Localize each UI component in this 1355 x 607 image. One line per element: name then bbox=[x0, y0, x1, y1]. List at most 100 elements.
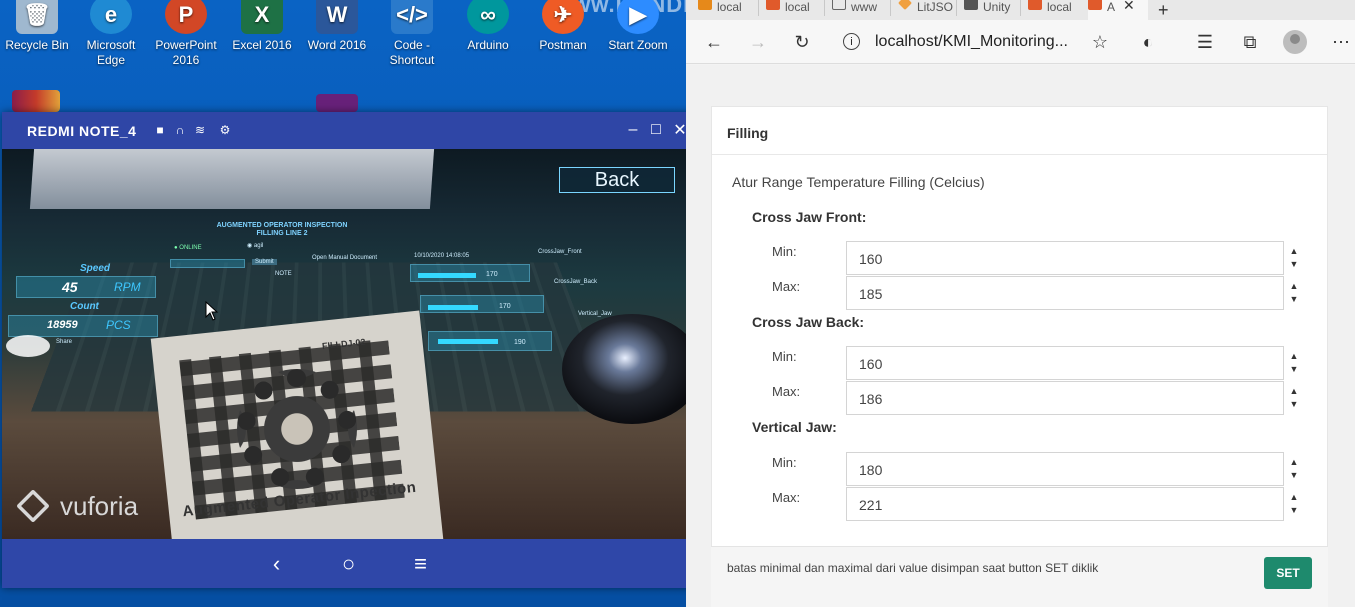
share-ring-icon[interactable] bbox=[6, 335, 50, 357]
desktop-icon-arduino[interactable]: ∞ Arduino bbox=[451, 0, 525, 53]
tab-2[interactable]: local bbox=[766, 0, 821, 20]
ar-status: ● ONLINE bbox=[174, 245, 202, 251]
browser-toolbar: ← → ↻ i localhost/KMI_Monitoring... ☆ ◐ … bbox=[686, 20, 1355, 64]
tab-5[interactable]: Unity bbox=[964, 0, 1022, 20]
recycle-bin-icon: 🗑 bbox=[16, 0, 58, 34]
info-icon[interactable]: i bbox=[843, 33, 860, 50]
vuforia-mark-icon bbox=[16, 489, 50, 523]
vuforia-logo: vuforia bbox=[16, 489, 138, 523]
group-title-cross-jaw-front: Cross Jaw Front: bbox=[752, 209, 867, 225]
max-label: Max: bbox=[772, 279, 801, 294]
ar-temp-bar-3 bbox=[438, 339, 498, 344]
desktop-icon-powerpoint[interactable]: P PowerPoint 2016 bbox=[149, 0, 223, 68]
ar-manual-link[interactable]: Open Manual Document bbox=[312, 255, 377, 261]
ar-back-button[interactable]: Back bbox=[559, 167, 675, 193]
card-title: Filling bbox=[712, 107, 1327, 155]
nav-menu-icon[interactable]: ≡ bbox=[405, 548, 437, 580]
maximize-button[interactable]: □ bbox=[646, 120, 666, 140]
group-title-vertical-jaw: Vertical Jaw: bbox=[752, 419, 837, 435]
tab-favicon-icon bbox=[698, 0, 712, 10]
laptop-screen-image bbox=[29, 149, 435, 209]
wifi-icon[interactable]: ≋ bbox=[192, 122, 208, 138]
nav-home-icon[interactable]: ○ bbox=[333, 548, 365, 580]
cross-jaw-front-min-input[interactable]: 160 bbox=[846, 241, 1284, 275]
ar-temp-panel-2 bbox=[420, 295, 544, 313]
cross-jaw-back-min-input[interactable]: 160 bbox=[846, 346, 1284, 380]
vscode-icon: </> bbox=[391, 0, 433, 34]
ar-callout-2: CrossJaw_Back bbox=[554, 279, 598, 285]
tab-6[interactable]: local bbox=[1028, 0, 1086, 20]
video-camera-icon[interactable]: ■ bbox=[152, 122, 168, 138]
address-bar[interactable]: i localhost/KMI_Monitoring... bbox=[831, 28, 1116, 56]
tab-favicon-icon bbox=[898, 0, 912, 10]
profile-avatar[interactable] bbox=[1283, 30, 1307, 54]
winrar-icon[interactable] bbox=[12, 90, 60, 112]
settings-gear-icon[interactable]: ⚙ bbox=[217, 122, 233, 138]
spinner-icon[interactable]: ▲ ▼ bbox=[1284, 487, 1304, 521]
spinner-icon[interactable]: ▲ ▼ bbox=[1284, 452, 1304, 486]
ar-datetime: 10/10/2020 14:08:05 bbox=[414, 253, 470, 259]
postman-icon: ✈ bbox=[542, 0, 584, 34]
browser-window: local local www LitJSO Unity local A ✕ +… bbox=[686, 0, 1355, 607]
vertical-jaw-max-input[interactable]: 221 bbox=[846, 487, 1284, 521]
phone-window-title: REDMI NOTE_4 bbox=[27, 123, 137, 139]
ar-share-label[interactable]: Share bbox=[56, 339, 72, 345]
tab-favicon-icon bbox=[766, 0, 780, 10]
ar-speed-value: 45 bbox=[62, 279, 78, 295]
tab-active[interactable]: A ✕ bbox=[1088, 0, 1148, 20]
ar-speed-unit: RPM bbox=[114, 280, 141, 294]
zoom-icon: ▶ bbox=[617, 0, 659, 34]
desktop-icon-recycle-bin[interactable]: 🗑 Recycle Bin bbox=[0, 0, 74, 53]
set-button[interactable]: SET bbox=[1264, 557, 1312, 589]
more-menu-icon[interactable]: ⋯ bbox=[1329, 30, 1353, 54]
desktop-icon-zoom[interactable]: ▶ Start Zoom bbox=[601, 0, 675, 53]
ar-note-label: NOTE bbox=[275, 271, 292, 277]
ar-note-input[interactable] bbox=[170, 259, 245, 268]
vertical-jaw-min-input[interactable]: 180 bbox=[846, 452, 1284, 486]
minimize-button[interactable]: – bbox=[623, 120, 643, 140]
refresh-icon[interactable]: ↻ bbox=[790, 30, 814, 54]
mouse-image bbox=[562, 314, 695, 424]
browser-tabstrip: local local www LitJSO Unity local A ✕ + bbox=[686, 0, 1355, 20]
favorite-star-icon[interactable]: ☆ bbox=[1088, 30, 1112, 54]
min-label: Min: bbox=[772, 244, 797, 259]
favorites-list-icon[interactable]: ☰ bbox=[1193, 30, 1217, 54]
ar-callout-3: Vertical_Jaw bbox=[578, 311, 612, 317]
desktop-icon-postman[interactable]: ✈ Postman bbox=[526, 0, 600, 53]
new-tab-icon[interactable]: + bbox=[1158, 0, 1178, 20]
desktop-icon-word[interactable]: W Word 2016 bbox=[300, 0, 374, 53]
desktop-icon-edge[interactable]: e Microsoft Edge bbox=[74, 0, 148, 68]
tab-favicon-icon bbox=[1088, 0, 1102, 10]
word-icon: W bbox=[316, 0, 358, 34]
spinner-icon[interactable]: ▲ ▼ bbox=[1284, 241, 1304, 275]
vs-installer-icon[interactable] bbox=[316, 94, 358, 112]
tab-favicon-icon bbox=[1028, 0, 1042, 10]
ar-submit-button[interactable]: Submit bbox=[252, 259, 277, 265]
powerpoint-icon: P bbox=[165, 0, 207, 34]
spinner-icon[interactable]: ▲ ▼ bbox=[1284, 381, 1304, 415]
nav-back-icon[interactable]: ‹ bbox=[261, 548, 293, 580]
page-icon bbox=[832, 0, 846, 10]
desktop-icon-vscode[interactable]: </> Code - Shortcut bbox=[375, 0, 449, 68]
max-label: Max: bbox=[772, 384, 801, 399]
spinner-icon[interactable]: ▲ ▼ bbox=[1284, 276, 1304, 310]
spinner-icon[interactable]: ▲ ▼ bbox=[1284, 346, 1304, 380]
cross-jaw-back-max-input[interactable]: 186 bbox=[846, 381, 1284, 415]
reading-view-icon[interactable]: ◐ bbox=[1136, 30, 1160, 54]
ar-camera-view[interactable]: FILLDJ-02 Augmented Operator Inpection A… bbox=[2, 149, 695, 539]
collections-icon[interactable]: ⧉ bbox=[1238, 30, 1262, 54]
back-arrow-icon[interactable]: ← bbox=[702, 30, 726, 54]
tab-3[interactable]: www bbox=[832, 0, 887, 20]
ar-subtitle: FILLING LINE 2 bbox=[256, 230, 308, 237]
phone-window-titlebar[interactable]: REDMI NOTE_4 ■ ∩ ≋ ⚙ – □ ✕ bbox=[2, 112, 695, 149]
tab-close-icon[interactable]: ✕ bbox=[1123, 0, 1135, 14]
desktop-icon-excel[interactable]: X Excel 2016 bbox=[225, 0, 299, 53]
cross-jaw-front-max-input[interactable]: 185 bbox=[846, 276, 1284, 310]
ar-temp-2: 170 bbox=[499, 303, 511, 310]
tab-1[interactable]: local bbox=[698, 0, 753, 20]
tab-4[interactable]: LitJSO bbox=[898, 0, 956, 20]
edge-icon: e bbox=[90, 0, 132, 34]
headphones-icon[interactable]: ∩ bbox=[172, 122, 188, 138]
forward-arrow-icon[interactable]: → bbox=[746, 30, 770, 54]
ar-count-panel bbox=[8, 315, 158, 337]
